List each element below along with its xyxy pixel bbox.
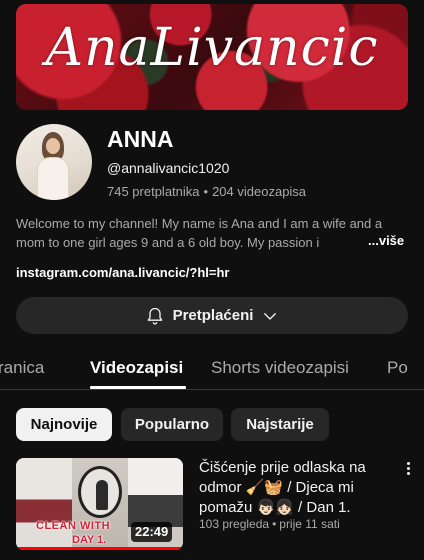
kebab-dot bbox=[406, 466, 410, 470]
chevron-down-icon bbox=[261, 307, 279, 325]
tab-videos[interactable]: Videozapisi bbox=[90, 358, 183, 378]
subscribed-button[interactable]: Pretplaćeni bbox=[16, 297, 408, 334]
banner-title: AnaLivancic bbox=[45, 18, 379, 78]
tab-home[interactable]: ranica bbox=[0, 358, 44, 378]
channel-name: ANNA bbox=[107, 126, 174, 152]
channel-stats: 745 pretplatnika • 204 videozapisa bbox=[107, 184, 306, 199]
subscribed-label: Pretplaćeni bbox=[172, 307, 254, 324]
filter-chip-popular[interactable]: Popularno bbox=[121, 408, 223, 441]
thumbnail-text: DAY 1. bbox=[72, 534, 107, 546]
watch-progress-bar bbox=[16, 547, 183, 550]
channel-handle: @annalivancic1020 bbox=[107, 160, 230, 176]
video-meta: 103 pregleda • prije 11 sati bbox=[199, 517, 340, 531]
video-age: prije 11 sati bbox=[279, 517, 340, 531]
video-title[interactable]: Čišćenje prije odlaska na odmor 🧹🧺 / Dje… bbox=[199, 458, 393, 518]
channel-avatar[interactable] bbox=[16, 124, 92, 200]
channel-link[interactable]: instagram.com/ana.livancic/?hl=hr bbox=[16, 265, 230, 280]
active-tab-indicator bbox=[90, 386, 186, 389]
more-vert-icon[interactable] bbox=[398, 458, 418, 478]
channel-banner: AnaLivancic bbox=[16, 4, 408, 110]
video-duration: 22:49 bbox=[131, 522, 173, 542]
tab-shorts[interactable]: Shorts videozapisi bbox=[211, 358, 349, 378]
stats-separator: • bbox=[203, 184, 209, 199]
avatar-dress bbox=[38, 158, 68, 200]
description-fade bbox=[326, 233, 366, 252]
avatar-face bbox=[46, 138, 60, 154]
tab-playlists[interactable]: Po bbox=[387, 358, 408, 378]
thumbnail-person bbox=[96, 480, 108, 510]
filter-chip-newest[interactable]: Najnovije bbox=[16, 408, 112, 441]
kebab-dot bbox=[406, 461, 410, 465]
video-count: 204 videozapisa bbox=[212, 184, 307, 199]
thumbnail-text: CLEAN WITH bbox=[36, 520, 111, 532]
channel-tabs: ranica Videozapisi Shorts videozapisi Po bbox=[0, 344, 424, 390]
subscriber-count: 745 pretplatnika bbox=[107, 184, 200, 199]
more-button[interactable]: ...više bbox=[366, 233, 405, 248]
bell-icon bbox=[145, 306, 165, 326]
thumbnail-panel bbox=[16, 458, 72, 550]
watch-progress-fill bbox=[16, 547, 183, 550]
filter-chip-oldest[interactable]: Najstarije bbox=[231, 408, 329, 441]
kebab-dot bbox=[406, 471, 410, 475]
meta-separator: • bbox=[272, 517, 277, 531]
video-views: 103 pregleda bbox=[199, 517, 270, 531]
